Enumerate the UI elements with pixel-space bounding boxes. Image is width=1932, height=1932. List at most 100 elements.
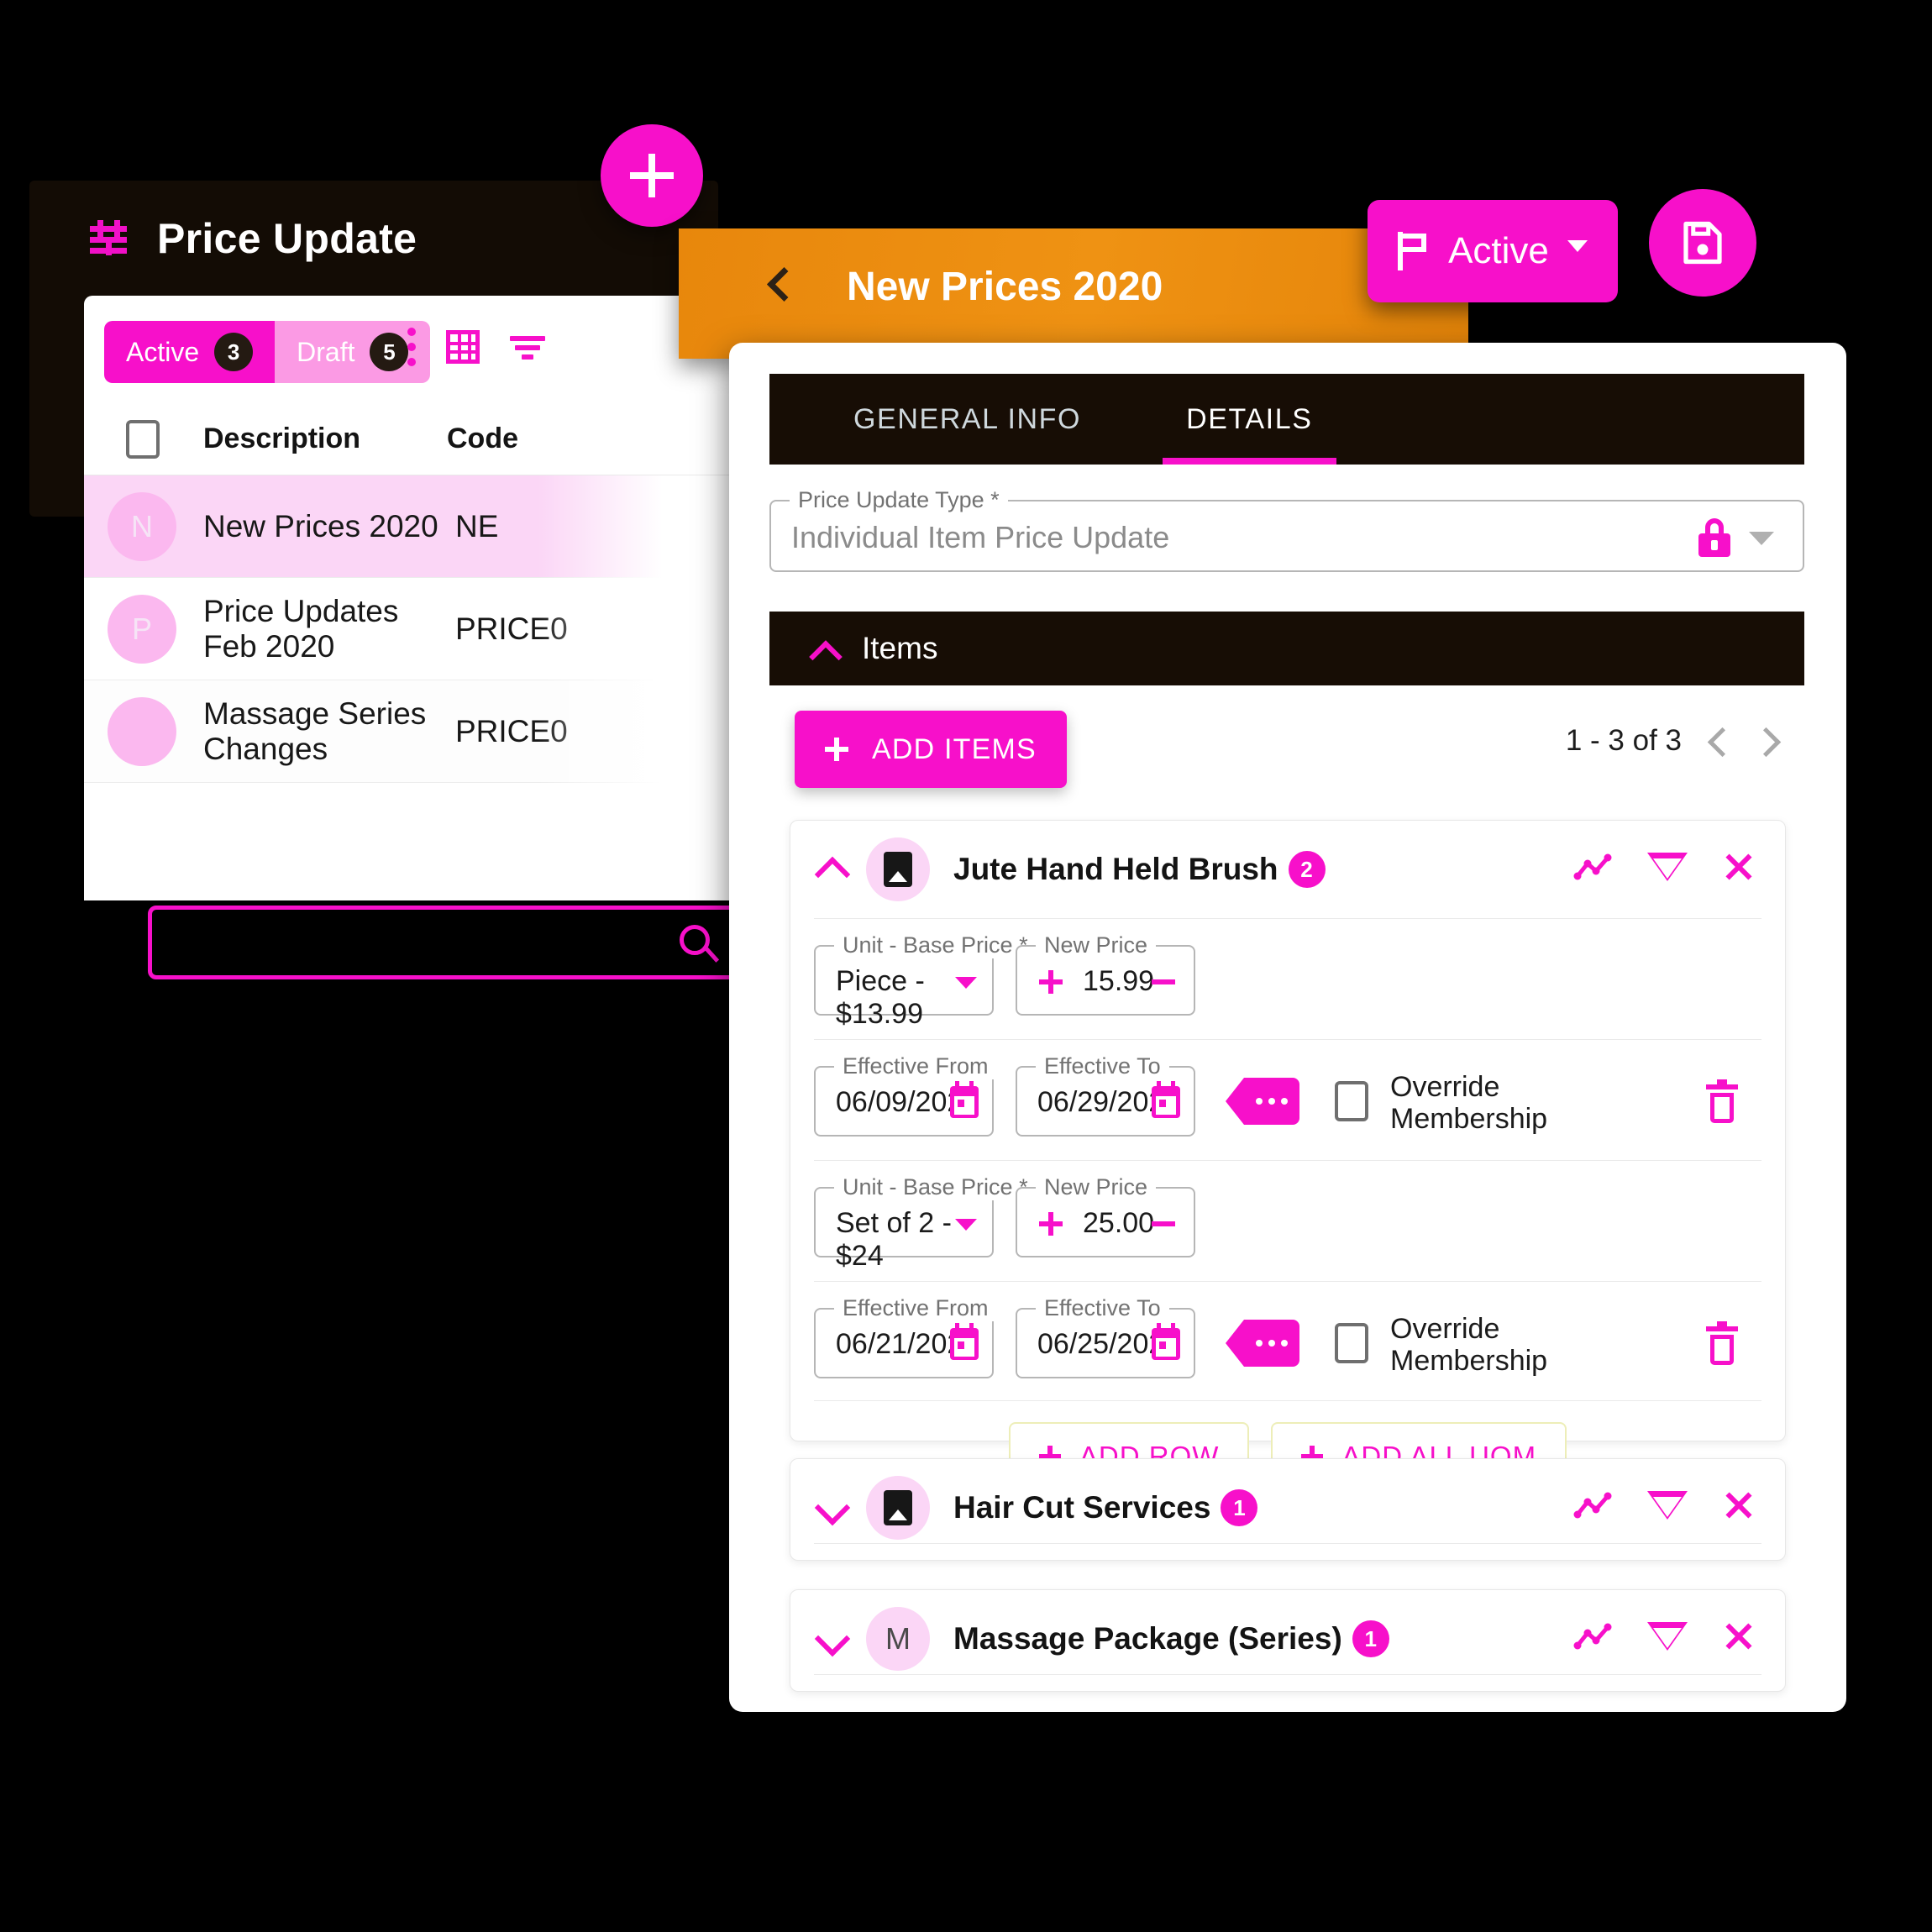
segment-active-label: Active	[126, 336, 200, 367]
grid-icon[interactable]	[446, 330, 480, 364]
items-section-body: ADD ITEMS 1 - 3 of 3 Jute Hand Held Brus…	[769, 685, 1804, 1692]
trend-icon[interactable]	[1573, 1491, 1612, 1520]
avatar	[108, 696, 176, 766]
funnel-icon[interactable]	[1647, 1622, 1688, 1651]
status-button-label: Active	[1448, 230, 1549, 271]
calendar-icon[interactable]	[1152, 1081, 1180, 1118]
save-button[interactable]	[1649, 189, 1756, 297]
more-vertical-icon[interactable]	[407, 328, 416, 366]
funnel-icon[interactable]	[1647, 1491, 1688, 1520]
segment-active-count: 3	[214, 333, 254, 371]
tab-general-info[interactable]: GENERAL INFO	[853, 374, 1081, 465]
override-membership-checkbox[interactable]	[1335, 1081, 1368, 1121]
effective-to-field[interactable]: Effective To 06/29/2021	[1016, 1053, 1195, 1137]
item-actions	[1573, 1620, 1755, 1652]
item-card[interactable]: M Massage Package (Series) 1	[790, 1589, 1786, 1692]
divider	[814, 1543, 1761, 1544]
image-icon	[884, 852, 912, 887]
chevron-down-icon[interactable]	[1749, 532, 1774, 545]
decrement-icon[interactable]	[1152, 979, 1175, 984]
effective-to-label: Effective To	[1036, 1295, 1169, 1321]
override-membership-label: Override Membership	[1390, 1071, 1548, 1136]
effective-from-label: Effective From	[834, 1295, 997, 1321]
item-card-header[interactable]: Jute Hand Held Brush 2	[790, 821, 1785, 918]
trend-icon[interactable]	[1573, 853, 1612, 881]
unit-base-price-field[interactable]: Unit - Base Price * Piece - $13.99	[814, 932, 1037, 1030]
chevron-up-icon[interactable]	[814, 858, 848, 880]
delete-icon[interactable]	[1706, 1321, 1738, 1365]
row-code: NE	[455, 508, 499, 543]
new-price-field[interactable]: New Price 25.00	[1016, 1174, 1195, 1257]
item-count-badge: 1	[1221, 1489, 1258, 1526]
price-update-type-value: Individual Item Price Update	[791, 520, 1170, 554]
close-icon[interactable]	[1723, 1489, 1755, 1521]
sliders-icon	[88, 218, 129, 259]
new-price-label: New Price	[1036, 1174, 1157, 1200]
row-description: Price Updates Feb 2020	[203, 593, 399, 664]
unit-base-price-field[interactable]: Unit - Base Price * Set of 2 - $24	[814, 1174, 1037, 1272]
save-icon	[1683, 221, 1722, 265]
close-icon[interactable]	[1723, 1620, 1755, 1652]
list-header-row: Description Code	[84, 403, 739, 475]
increment-icon[interactable]	[1039, 970, 1063, 994]
item-name: Hair Cut Services	[953, 1490, 1211, 1525]
detail-tabs: GENERAL INFO DETAILS	[769, 374, 1804, 465]
items-section-label: Items	[862, 631, 938, 665]
segment-active[interactable]: Active 3	[104, 321, 276, 383]
more-options-button[interactable]	[1226, 1320, 1299, 1367]
chevron-up-icon[interactable]	[810, 640, 838, 657]
chevron-down-icon[interactable]	[955, 977, 977, 989]
tab-details[interactable]: DETAILS	[1163, 374, 1336, 465]
trend-icon[interactable]	[1573, 1622, 1612, 1651]
effective-to-field[interactable]: Effective To 06/25/2021	[1016, 1295, 1195, 1378]
effective-dates-row: Effective From 06/09/2021 Effective To 0…	[790, 1053, 1785, 1137]
increment-icon[interactable]	[1039, 1212, 1063, 1236]
chevron-down-icon[interactable]	[814, 1628, 848, 1650]
divider	[814, 1160, 1761, 1161]
price-row: Unit - Base Price * Set of 2 - $24 New P…	[790, 1174, 1785, 1272]
plus-icon	[825, 738, 848, 761]
chevron-down-icon[interactable]	[955, 1219, 977, 1231]
row-description: New Prices 2020	[203, 508, 438, 543]
page-title: Price Update	[157, 215, 417, 262]
effective-from-field[interactable]: Effective From 06/09/2021	[814, 1053, 997, 1137]
avatar	[866, 837, 930, 901]
item-card-header[interactable]: M Massage Package (Series) 1	[790, 1590, 1785, 1688]
close-icon[interactable]	[1723, 851, 1755, 883]
item-card-header[interactable]: Hair Cut Services 1	[790, 1459, 1785, 1557]
price-update-header: Price Update	[88, 214, 417, 263]
items-section-header[interactable]: Items	[769, 612, 1804, 685]
add-fab-button[interactable]	[601, 124, 703, 227]
select-all-checkbox[interactable]	[126, 419, 160, 459]
delete-icon[interactable]	[1706, 1079, 1738, 1123]
status-button[interactable]: Active	[1368, 200, 1618, 302]
calendar-icon[interactable]	[950, 1323, 979, 1360]
search-input[interactable]	[148, 906, 761, 979]
add-items-label: ADD ITEMS	[872, 732, 1037, 765]
override-membership-checkbox[interactable]	[1335, 1323, 1368, 1363]
item-count-badge: 1	[1352, 1620, 1389, 1657]
chevron-right-icon[interactable]	[1757, 727, 1776, 755]
chevron-down-icon[interactable]	[814, 1497, 848, 1519]
override-membership-label: Override Membership	[1390, 1313, 1548, 1378]
new-price-label: New Price	[1036, 932, 1157, 958]
search-icon	[680, 925, 723, 969]
chevron-left-icon[interactable]	[767, 267, 789, 306]
unit-base-price-value: Set of 2 - $24	[836, 1207, 952, 1272]
price-update-type-field[interactable]: Price Update Type * Individual Item Pric…	[769, 487, 1804, 572]
decrement-icon[interactable]	[1152, 1221, 1175, 1226]
segment-draft-label: Draft	[297, 336, 355, 367]
more-options-button[interactable]	[1226, 1078, 1299, 1125]
calendar-icon[interactable]	[950, 1081, 979, 1118]
calendar-icon[interactable]	[1152, 1323, 1180, 1360]
funnel-icon[interactable]	[1647, 853, 1688, 881]
new-price-field[interactable]: New Price 15.99	[1016, 932, 1195, 1016]
filter-icon[interactable]	[510, 334, 545, 360]
add-items-button[interactable]: ADD ITEMS	[795, 711, 1067, 788]
chevron-left-icon[interactable]	[1710, 727, 1729, 755]
detail-header-bar: New Prices 2020	[679, 228, 1468, 359]
chevron-down-icon	[1567, 240, 1588, 252]
lock-icon[interactable]	[1698, 518, 1730, 557]
item-card[interactable]: Hair Cut Services 1	[790, 1458, 1786, 1561]
effective-from-field[interactable]: Effective From 06/21/2021	[814, 1295, 997, 1378]
